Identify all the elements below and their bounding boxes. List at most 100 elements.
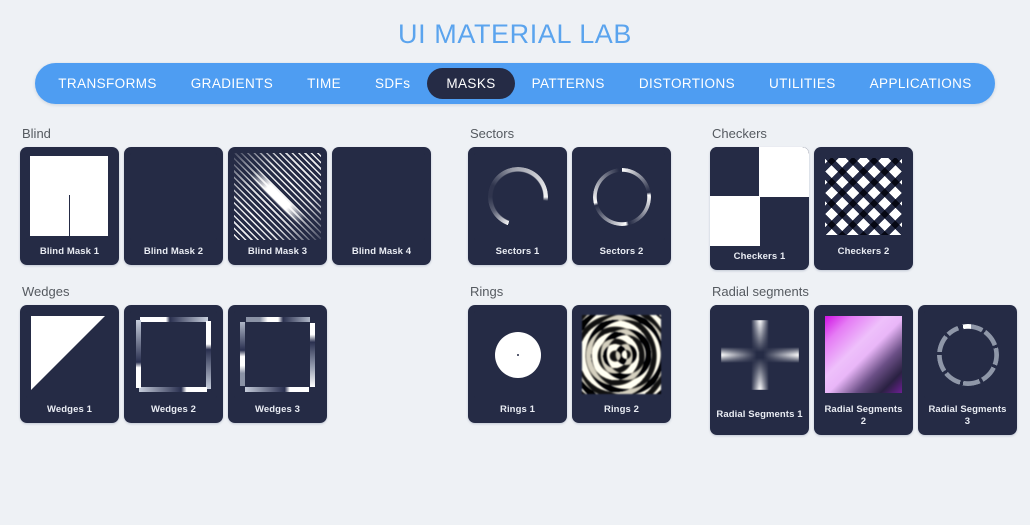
gallery-board: Blind Blind Mask 1 Blind Mask 2 Blind Ma…	[0, 126, 1030, 435]
card-list-radial-segments: Radial Segments 1 Radial Segments 2 Radi…	[710, 305, 1017, 435]
frame-edge-top	[140, 317, 208, 322]
checker-tile-top-right	[759, 147, 809, 197]
thumb-radial-segments-1	[710, 305, 809, 404]
thumb-rings-2	[578, 311, 665, 398]
thumb-wedges-2	[130, 311, 217, 398]
gradient-frame-shape	[136, 317, 211, 392]
section-radial-segments: Radial segments Radial Segments 1 Radial…	[710, 284, 1017, 435]
section-title-radial-segments: Radial segments	[712, 284, 809, 299]
section-blind: Blind Blind Mask 1 Blind Mask 2 Blind Ma…	[20, 126, 468, 265]
nav-bar-container: TRANSFORMS GRADIENTS TIME SDFs MASKS PAT…	[0, 63, 1030, 104]
interference-rings-shape	[582, 315, 661, 394]
card-list-blind: Blind Mask 1 Blind Mask 2 Blind Mask 3 B…	[20, 147, 468, 265]
card-label: Blind Mask 1	[39, 246, 100, 257]
section-title-sectors: Sectors	[470, 126, 515, 141]
card-label: Wedges 2	[151, 404, 196, 415]
frame-edge-left	[136, 320, 141, 388]
white-square-shape	[30, 156, 108, 236]
card-label: Radial Segments 2	[824, 404, 903, 427]
triangle-shape	[31, 316, 105, 390]
card-label: Radial Segments 1	[716, 409, 803, 420]
thumb-checkers-1	[710, 147, 809, 246]
divider-line	[69, 195, 70, 236]
card-label: Blind Mask 2	[143, 246, 204, 257]
thumb-radial-segments-2	[820, 311, 907, 398]
star-ray-horizontal	[720, 346, 799, 363]
segmented-ring-shape	[592, 167, 651, 226]
card-wedges-2[interactable]: Wedges 2	[124, 305, 223, 423]
app-root: UI MATERIAL LAB TRANSFORMS GRADIENTS TIM…	[0, 0, 1030, 525]
card-label: Checkers 1	[733, 251, 786, 262]
card-list-rings: Rings 1 Rings 2	[468, 305, 710, 423]
section-title-wedges: Wedges	[22, 284, 70, 299]
card-blind-mask-3[interactable]: Blind Mask 3	[228, 147, 327, 265]
section-title-rings: Rings	[470, 284, 504, 299]
card-radial-segments-2[interactable]: Radial Segments 2	[814, 305, 913, 435]
thumb-wedges-1	[26, 311, 113, 398]
thumb-wedges-3	[234, 311, 321, 398]
nav-item-applications[interactable]: APPLICATIONS	[853, 68, 989, 99]
section-checkers: Checkers Checkers 1 Checkers 2	[710, 126, 913, 270]
diagonal-lattice-shape	[825, 158, 902, 235]
nav-item-time[interactable]: TIME	[290, 68, 358, 99]
frame-edge-left	[240, 322, 245, 386]
card-label: Blind Mask 4	[351, 246, 412, 257]
nav-item-sdfs[interactable]: SDFs	[358, 68, 427, 99]
card-label: Wedges 3	[255, 404, 300, 415]
card-rings-1[interactable]: Rings 1	[468, 305, 567, 423]
card-checkers-2[interactable]: Checkers 2	[814, 147, 913, 270]
thumb-radial-segments-3	[924, 311, 1011, 398]
nav-item-distortions[interactable]: DISTORTIONS	[622, 68, 752, 99]
section-title-checkers: Checkers	[712, 126, 767, 141]
nav-item-patterns[interactable]: PATTERNS	[515, 68, 622, 99]
nav-item-utilities[interactable]: UTILITIES	[752, 68, 853, 99]
card-label: Radial Segments 3	[928, 404, 1007, 427]
card-label: Rings 2	[603, 404, 639, 415]
section-title-blind: Blind	[22, 126, 51, 141]
page-title: UI MATERIAL LAB	[397, 19, 633, 49]
card-checkers-1[interactable]: Checkers 1	[710, 147, 809, 270]
frame-edge-bottom	[245, 387, 309, 392]
section-wedges: Wedges Wedges 1 Wedges 2 Wedges 3	[20, 284, 468, 423]
card-list-sectors: Sectors 1 Sectors 2	[468, 147, 710, 265]
card-radial-segments-3[interactable]: Radial Segments 3	[918, 305, 1017, 435]
checker-tile-bottom-left	[710, 196, 760, 246]
filled-circle-shape	[494, 331, 541, 378]
card-sectors-1[interactable]: Sectors 1	[468, 147, 567, 265]
frame-edge-right	[206, 321, 211, 389]
card-label: Wedges 1	[47, 404, 92, 415]
thumb-sectors-2	[578, 153, 665, 240]
section-rings: Rings Rings 1 Rings 2	[468, 284, 710, 423]
gradient-frame-shape	[240, 317, 315, 392]
card-list-checkers: Checkers 1 Checkers 2	[710, 147, 913, 270]
gradient-ring-shape	[487, 166, 548, 227]
card-label: Blind Mask 3	[247, 246, 308, 257]
gallery-row-1: Blind Blind Mask 1 Blind Mask 2 Blind Ma…	[20, 126, 1010, 270]
card-blind-mask-1[interactable]: Blind Mask 1	[20, 147, 119, 265]
thumb-blind-mask-2	[130, 153, 217, 240]
card-sectors-2[interactable]: Sectors 2	[572, 147, 671, 265]
nav-item-transforms[interactable]: TRANSFORMS	[41, 68, 174, 99]
thumb-rings-1	[474, 311, 561, 398]
frame-edge-top	[246, 317, 310, 322]
card-blind-mask-4[interactable]: Blind Mask 4	[332, 147, 431, 265]
four-point-star-shape	[710, 305, 809, 404]
section-sectors: Sectors Sectors 1 Sectors 2	[468, 126, 710, 265]
card-radial-segments-1[interactable]: Radial Segments 1	[710, 305, 809, 435]
nav-bar: TRANSFORMS GRADIENTS TIME SDFs MASKS PAT…	[35, 63, 995, 104]
thumb-blind-mask-4	[338, 153, 425, 240]
card-list-wedges: Wedges 1 Wedges 2 Wedges 3	[20, 305, 468, 423]
thumb-checkers-2	[820, 153, 907, 240]
card-blind-mask-2[interactable]: Blind Mask 2	[124, 147, 223, 265]
card-wedges-3[interactable]: Wedges 3	[228, 305, 327, 423]
card-label: Sectors 1	[495, 246, 540, 257]
nav-item-gradients[interactable]: GRADIENTS	[174, 68, 290, 99]
card-label: Sectors 2	[599, 246, 644, 257]
thumb-blind-mask-1	[26, 153, 113, 240]
card-rings-2[interactable]: Rings 2	[572, 305, 671, 423]
card-wedges-1[interactable]: Wedges 1	[20, 305, 119, 423]
card-label: Checkers 2	[837, 246, 890, 257]
thumb-sectors-1	[474, 153, 561, 240]
gallery-row-2: Wedges Wedges 1 Wedges 2 Wedges 3 Rings …	[20, 284, 1017, 435]
nav-item-masks[interactable]: MASKS	[427, 68, 515, 99]
